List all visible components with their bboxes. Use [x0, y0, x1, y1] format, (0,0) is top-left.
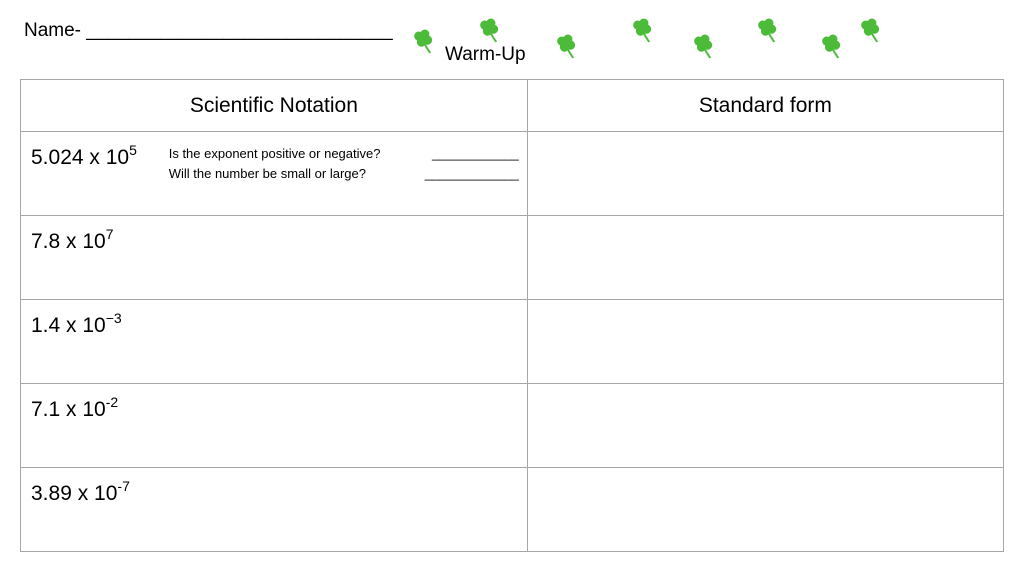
- column-header-standard-form: Standard form: [526, 79, 1005, 132]
- scientific-notation-cell: 7.8 x 107: [20, 215, 528, 300]
- clover-icon: [476, 17, 503, 44]
- scientific-notation-cell: 1.4 x 10−3: [20, 299, 528, 384]
- coefficient: 5.024 x 10: [31, 146, 130, 169]
- exponent: 5: [129, 142, 137, 158]
- clover-icon: [754, 17, 781, 44]
- scientific-expression: 1.4 x 10−3: [31, 310, 122, 338]
- hint-blank: ____________: [431, 146, 519, 161]
- scientific-expression: 5.024 x 105: [31, 142, 137, 170]
- exponent: -2: [105, 394, 119, 410]
- scientific-notation-cell: 7.1 x 10-2: [20, 383, 528, 468]
- standard-form-answer-cell[interactable]: [526, 299, 1005, 384]
- exponent: -7: [117, 478, 130, 494]
- column-header-scientific-notation: Scientific Notation: [20, 79, 528, 132]
- coefficient: 1.4 x 10: [31, 314, 106, 337]
- table-row: 7.8 x 107: [20, 215, 1005, 300]
- scientific-expression: 7.1 x 10-2: [31, 394, 118, 422]
- coefficient: 3.89 x 10: [31, 482, 118, 505]
- table-row: 5.024 x 105 Is the exponent positive or …: [20, 131, 1005, 216]
- table-row: 1.4 x 10−3: [20, 299, 1005, 384]
- standard-form-answer-cell[interactable]: [526, 383, 1005, 468]
- standard-form-answer-cell[interactable]: [526, 467, 1005, 552]
- coefficient: 7.1 x 10: [31, 398, 106, 421]
- worksheet-table: Scientific Notation Standard form 5.024 …: [20, 79, 1005, 552]
- exponent: −3: [105, 310, 122, 326]
- scientific-expression: 7.8 x 107: [31, 226, 114, 254]
- scientific-notation-cell: 3.89 x 10-7: [20, 467, 528, 552]
- table-row: 7.1 x 10-2: [20, 383, 1005, 468]
- clover-icon: [690, 33, 717, 60]
- page-title: Warm-Up: [445, 44, 526, 65]
- table-row: 3.89 x 10-7: [20, 467, 1005, 552]
- hint-block: Is the exponent positive or negative? __…: [169, 144, 519, 184]
- scientific-notation-cell: 5.024 x 105 Is the exponent positive or …: [20, 131, 528, 216]
- hint-question-size: Will the number be small or large?: [168, 166, 366, 181]
- scientific-expression: 3.89 x 10-7: [31, 478, 130, 506]
- clover-icon: [553, 33, 580, 60]
- exponent: 7: [105, 226, 114, 242]
- hint-blank: _____________: [424, 166, 519, 181]
- hint-row: Will the number be small or large? _____…: [169, 164, 519, 184]
- standard-form-answer-cell[interactable]: [526, 215, 1005, 300]
- name-field-label: Name- _____________________________: [24, 20, 393, 41]
- hint-row: Is the exponent positive or negative? __…: [169, 144, 519, 164]
- clover-icon: [410, 28, 437, 55]
- standard-form-answer-cell[interactable]: [526, 131, 1005, 216]
- coefficient: 7.8 x 10: [31, 230, 106, 253]
- hint-question-sign: Is the exponent positive or negative?: [168, 146, 381, 161]
- clover-icon: [857, 17, 884, 44]
- table-header-row: Scientific Notation Standard form: [20, 79, 1005, 132]
- clover-icon: [818, 33, 845, 60]
- clover-icon: [629, 17, 656, 44]
